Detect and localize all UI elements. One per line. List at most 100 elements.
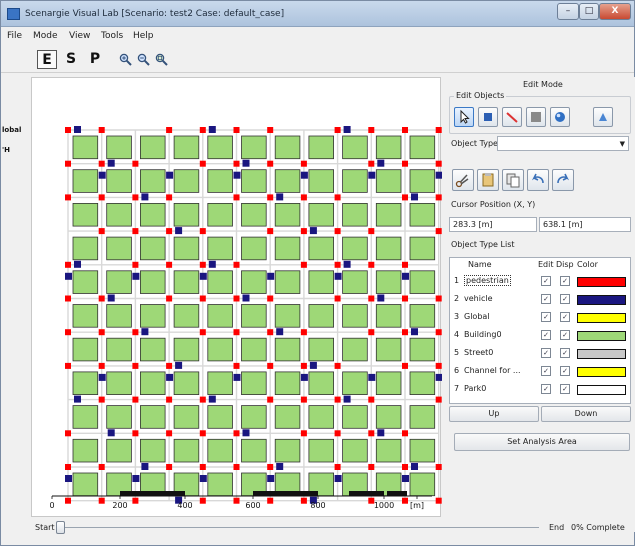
table-row[interactable]: 4 Building0 ✓ ✓ (450, 327, 630, 344)
table-row[interactable]: 5 Street0 ✓ ✓ (450, 345, 630, 362)
edit-checkbox[interactable]: ✓ (541, 276, 551, 286)
display-checkbox[interactable]: ✓ (560, 384, 570, 394)
playback-mode-button[interactable]: P (85, 50, 105, 69)
menu-file[interactable]: File (7, 31, 22, 41)
pedestrian-marker (267, 194, 274, 201)
pedestrian-marker (300, 160, 307, 167)
display-checkbox[interactable]: ✓ (560, 312, 570, 322)
edit-checkbox[interactable]: ✓ (541, 312, 551, 322)
timeline-slider-thumb[interactable] (56, 521, 65, 534)
maximize-button[interactable]: □ (579, 3, 599, 20)
menu-mode[interactable]: Mode (33, 31, 58, 41)
menu-view[interactable]: View (69, 31, 90, 41)
road-tool-button[interactable] (502, 107, 522, 127)
building (140, 438, 166, 463)
display-checkbox[interactable]: ✓ (560, 294, 570, 304)
pedestrian-marker (435, 160, 442, 167)
color-swatch[interactable] (577, 367, 626, 377)
pedestrian-marker (300, 261, 307, 268)
table-row[interactable]: 6 Channel for ... ✓ ✓ (450, 363, 630, 380)
object-type-label: Object Type (451, 139, 498, 148)
edit-checkbox[interactable]: ✓ (541, 384, 551, 394)
area-tool-button[interactable] (526, 107, 546, 127)
copy-button[interactable] (502, 169, 524, 191)
city-grid-map[interactable]: 0 200 400 600 800 1000 [m] (32, 78, 442, 518)
pedestrian-marker (199, 160, 206, 167)
timeline-track[interactable] (61, 527, 539, 528)
pedestrian-marker (267, 362, 274, 369)
close-button[interactable]: X (599, 3, 631, 20)
row-name[interactable]: vehicle (464, 294, 493, 303)
cursor-y-field[interactable]: 638.1 [m] (539, 217, 631, 232)
paste-button[interactable] (477, 169, 499, 191)
zoom-out-icon[interactable] (137, 53, 150, 66)
pedestrian-marker (65, 127, 71, 133)
zoom-in-icon[interactable] (119, 53, 132, 66)
building (173, 169, 200, 193)
color-swatch[interactable] (577, 385, 626, 395)
pedestrian-marker (368, 127, 375, 133)
zoom-fit-icon[interactable] (155, 53, 168, 66)
pedestrian-marker (199, 261, 206, 268)
move-up-button[interactable]: Up (449, 406, 539, 422)
table-row[interactable]: 2 vehicle ✓ ✓ (450, 291, 630, 308)
cut-button[interactable] (452, 169, 474, 191)
row-name[interactable]: Building0 (464, 330, 502, 339)
pedestrian-marker (233, 194, 240, 201)
row-name[interactable]: Street0 (464, 348, 493, 357)
building (173, 135, 200, 160)
extra-tool-button[interactable] (593, 107, 613, 127)
pedestrian-marker (132, 194, 139, 201)
edit-checkbox[interactable]: ✓ (541, 294, 551, 304)
simulation-mode-button[interactable]: S (61, 50, 81, 69)
row-name[interactable]: Channel for ... (464, 366, 521, 375)
table-row[interactable]: 1 pedestrian ✓ ✓ (450, 273, 630, 290)
row-name[interactable]: Global (464, 312, 490, 321)
edit-mode-button[interactable]: E (37, 50, 57, 69)
pedestrian-marker (166, 194, 173, 201)
map-canvas[interactable]: lobal 'H 0 200 400 600 800 1000 [m] (2, 77, 442, 518)
table-row[interactable]: 3 Global ✓ ✓ (450, 309, 630, 326)
move-down-button[interactable]: Down (541, 406, 631, 422)
undo-button[interactable] (527, 169, 549, 191)
pedestrian-marker (334, 396, 341, 403)
building (140, 304, 166, 328)
select-tool-button[interactable] (454, 107, 474, 127)
table-row[interactable]: 7 Park0 ✓ ✓ (450, 381, 630, 398)
point-tool-button[interactable] (550, 107, 570, 127)
display-checkbox[interactable]: ✓ (560, 276, 570, 286)
color-swatch[interactable] (577, 295, 626, 305)
title-bar[interactable]: Scenargie Visual Lab [Scenario: test2 Ca… (1, 1, 634, 27)
display-checkbox[interactable]: ✓ (560, 366, 570, 376)
building (274, 135, 301, 160)
color-swatch[interactable] (577, 349, 626, 359)
building (375, 405, 402, 429)
color-swatch[interactable] (577, 331, 626, 341)
cursor-x-field[interactable]: 283.3 [m] (449, 217, 537, 232)
pedestrian-marker (435, 464, 442, 470)
pedestrian-marker (199, 329, 206, 336)
object-type-select[interactable]: ▼ (497, 136, 629, 151)
pedestrian-marker (166, 295, 173, 302)
set-analysis-area-button[interactable]: Set Analysis Area (454, 433, 630, 451)
building (140, 135, 166, 160)
minimize-button[interactable]: – (557, 3, 579, 20)
display-checkbox[interactable]: ✓ (560, 348, 570, 358)
menu-tools[interactable]: Tools (101, 31, 123, 41)
building-tool-button[interactable] (478, 107, 498, 127)
building (375, 135, 402, 160)
color-swatch[interactable] (577, 277, 626, 287)
building (274, 371, 301, 395)
edit-checkbox[interactable]: ✓ (541, 330, 551, 340)
redo-button[interactable] (552, 169, 574, 191)
color-swatch[interactable] (577, 313, 626, 323)
menu-help[interactable]: Help (133, 31, 154, 41)
vehicle-marker (402, 475, 409, 482)
display-checkbox[interactable]: ✓ (560, 330, 570, 340)
row-name[interactable]: pedestrian (464, 275, 511, 286)
edit-checkbox[interactable]: ✓ (541, 348, 551, 358)
edit-checkbox[interactable]: ✓ (541, 366, 551, 376)
building (140, 270, 166, 294)
end-label: End (549, 523, 565, 532)
row-name[interactable]: Park0 (464, 384, 486, 393)
